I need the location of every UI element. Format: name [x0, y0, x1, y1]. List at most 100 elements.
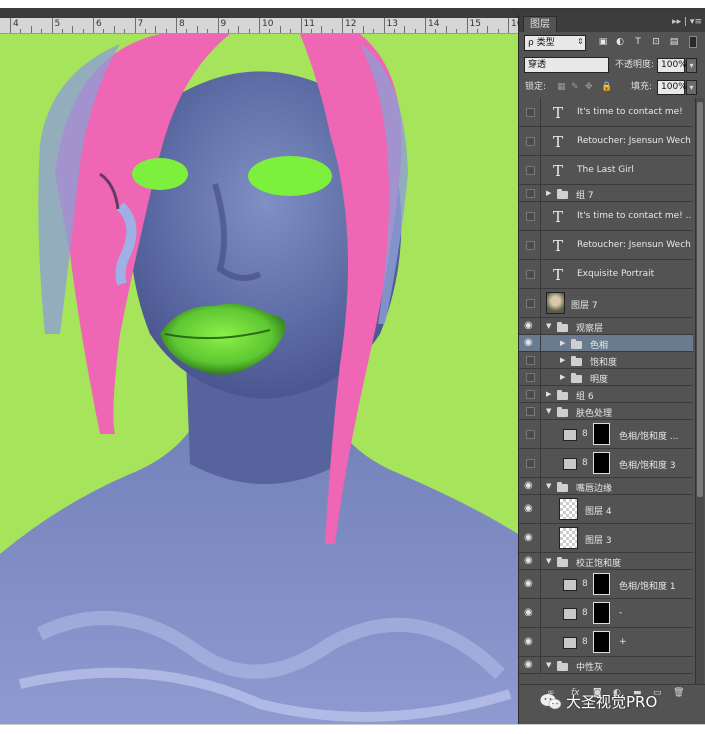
- visibility-off-box[interactable]: [519, 369, 541, 385]
- visibility-off-box[interactable]: [519, 127, 541, 155]
- visibility-off-box[interactable]: [519, 260, 541, 288]
- layer-row[interactable]: ▶ 明度: [519, 369, 693, 386]
- ruler-minor-tick: [227, 29, 229, 33]
- layer-thumbnail: [546, 292, 565, 314]
- expand-down-icon[interactable]: ▼: [546, 482, 551, 490]
- expand-right-icon[interactable]: ▶: [560, 339, 565, 347]
- visibility-off-box[interactable]: [519, 352, 541, 368]
- visibility-off-box[interactable]: [519, 202, 541, 230]
- layer-row[interactable]: ◉ ▼ 中性灰: [519, 657, 693, 674]
- lock-all-icon[interactable]: 🔒: [601, 79, 612, 95]
- visibility-eye-icon[interactable]: ◉: [519, 553, 541, 569]
- layer-name: 嘴唇边缘: [576, 483, 613, 494]
- layer-row[interactable]: ◉ ▼ 嘴唇边缘: [519, 478, 693, 495]
- mask-link-icon[interactable]: 8: [582, 579, 588, 589]
- visibility-off-box[interactable]: [519, 231, 541, 259]
- blend-mode-select[interactable]: 穿透: [524, 57, 609, 73]
- lock-transparent-icon[interactable]: ▦: [557, 79, 566, 95]
- visibility-off-box[interactable]: [519, 449, 541, 477]
- layer-row[interactable]: ◉ ▼ 校正饱和度: [519, 553, 693, 570]
- lock-paint-icon[interactable]: ✎: [571, 79, 579, 95]
- visibility-eye-icon[interactable]: ◉: [519, 478, 541, 494]
- expand-down-icon[interactable]: ▼: [546, 407, 551, 415]
- layer-mask-thumbnail[interactable]: [593, 602, 610, 624]
- visibility-eye-icon[interactable]: ◉: [519, 657, 541, 673]
- layer-row[interactable]: T Exquisite Portrait: [519, 260, 693, 289]
- layer-row[interactable]: ▶ 组 6: [519, 386, 693, 403]
- left-eye: [132, 158, 188, 190]
- mask-link-icon[interactable]: 8: [582, 458, 588, 468]
- type-filter-icon[interactable]: T: [632, 35, 644, 49]
- horizontal-ruler[interactable]: 4567891011121314151617: [0, 18, 518, 34]
- trash-icon[interactable]: 🗑: [673, 688, 684, 698]
- expand-right-icon[interactable]: ▶: [560, 373, 565, 381]
- visibility-off-box[interactable]: [519, 156, 541, 184]
- shape-filter-icon[interactable]: ⊡: [650, 35, 662, 49]
- layer-row[interactable]: ▼ 肤色处理: [519, 403, 693, 420]
- tab-layers[interactable]: 图层: [523, 16, 557, 32]
- ruler-minor-tick: [445, 26, 447, 33]
- visibility-eye-icon[interactable]: ◉: [519, 318, 541, 334]
- expand-right-icon[interactable]: ▶: [546, 390, 551, 398]
- layer-row[interactable]: ◉ 图层 3: [519, 524, 693, 553]
- layer-row[interactable]: 8 色相/饱和度 ...: [519, 420, 693, 449]
- layer-row[interactable]: ▶ 组 7: [519, 185, 693, 202]
- visibility-eye-icon[interactable]: ◉: [519, 570, 541, 598]
- layer-row[interactable]: ◉ 8 -: [519, 599, 693, 628]
- smart-object-filter-icon[interactable]: ▤: [668, 35, 680, 49]
- visibility-eye-icon[interactable]: ◉: [519, 524, 541, 552]
- opacity-dropdown-icon[interactable]: ▾: [686, 58, 697, 73]
- layer-row[interactable]: ◉ 图层 4: [519, 495, 693, 524]
- layer-row[interactable]: ◉ 8 色相/饱和度 1: [519, 570, 693, 599]
- layer-row[interactable]: T The Last Girl: [519, 156, 693, 185]
- mask-link-icon[interactable]: 8: [582, 608, 588, 618]
- scrollbar-thumb[interactable]: [697, 102, 703, 497]
- lock-move-icon[interactable]: ✥: [585, 79, 593, 95]
- bottom-margin: [0, 724, 705, 734]
- visibility-off-box[interactable]: [519, 185, 541, 201]
- fill-dropdown-icon[interactable]: ▾: [686, 80, 697, 95]
- layer-mask-thumbnail[interactable]: [593, 573, 610, 595]
- ruler-minor-tick: [248, 29, 250, 33]
- visibility-off-box[interactable]: [519, 98, 541, 126]
- layer-row[interactable]: T It's time to contact me! ...: [519, 202, 693, 231]
- layer-row[interactable]: T Retoucher: Jsensun Wech...: [519, 231, 693, 260]
- filter-toggle-icon[interactable]: [689, 36, 697, 48]
- mask-link-icon[interactable]: 8: [582, 637, 588, 647]
- expand-right-icon[interactable]: ▶: [546, 189, 551, 197]
- image-filter-icon[interactable]: ▣: [597, 35, 609, 49]
- layer-row[interactable]: 8 色相/饱和度 3: [519, 449, 693, 478]
- adjustment-filter-icon[interactable]: ◐: [614, 35, 626, 49]
- document-canvas[interactable]: [0, 34, 518, 724]
- layer-list-scrollbar[interactable]: [695, 98, 704, 684]
- layer-row[interactable]: T It's time to contact me!: [519, 98, 693, 127]
- layer-row[interactable]: ◉ ▼ 观察层: [519, 318, 693, 335]
- layer-mask-thumbnail[interactable]: [593, 452, 610, 474]
- ruler-minor-tick: [290, 29, 292, 33]
- visibility-eye-icon[interactable]: ◉: [519, 495, 541, 523]
- layer-row[interactable]: ◉ ▶ 色相: [519, 335, 693, 352]
- visibility-eye-icon[interactable]: ◉: [519, 335, 541, 351]
- layer-mask-thumbnail[interactable]: [593, 631, 610, 653]
- ruler-number: 14: [428, 19, 440, 29]
- visibility-eye-icon[interactable]: ◉: [519, 628, 541, 656]
- panel-menu-icon[interactable]: ▸▸ | ▾≡: [672, 17, 702, 27]
- fill-input[interactable]: 100%: [657, 80, 687, 95]
- expand-down-icon[interactable]: ▼: [546, 661, 551, 669]
- expand-down-icon[interactable]: ▼: [546, 557, 551, 565]
- visibility-off-box[interactable]: [519, 386, 541, 402]
- visibility-off-box[interactable]: [519, 289, 541, 317]
- visibility-off-box[interactable]: [519, 403, 541, 419]
- visibility-eye-icon[interactable]: ◉: [519, 599, 541, 627]
- opacity-input[interactable]: 100%: [657, 58, 687, 73]
- expand-right-icon[interactable]: ▶: [560, 356, 565, 364]
- visibility-off-box[interactable]: [519, 420, 541, 448]
- layer-mask-thumbnail[interactable]: [593, 423, 610, 445]
- mask-link-icon[interactable]: 8: [582, 429, 588, 439]
- layer-row[interactable]: ▶ 饱和度: [519, 352, 693, 369]
- layer-row[interactable]: T Retoucher: Jsensun Wech...: [519, 127, 693, 156]
- expand-down-icon[interactable]: ▼: [546, 322, 551, 330]
- layer-row[interactable]: ◉ 8 +: [519, 628, 693, 657]
- ruler-major-tick: [300, 18, 302, 33]
- layer-row[interactable]: 图层 7: [519, 289, 693, 318]
